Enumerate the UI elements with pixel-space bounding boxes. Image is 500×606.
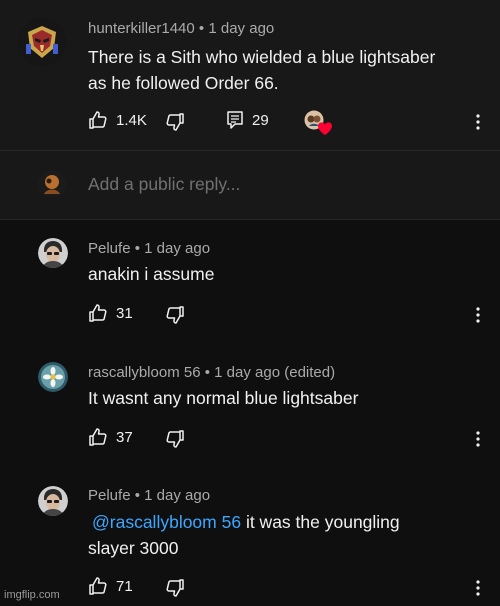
- reply-text-line: @rascallybloom 56 it was the youngling: [88, 509, 400, 535]
- creator-heart: [304, 110, 332, 136]
- like-button[interactable]: 71: [88, 576, 133, 596]
- watermark: imgflip.com: [4, 589, 60, 601]
- reply-input[interactable]: Add a public reply...: [88, 174, 240, 195]
- reply-actions: 71: [0, 576, 500, 600]
- reply-meta: Pelufe • 1 day ago: [88, 240, 210, 257]
- like-count: 31: [116, 304, 133, 322]
- reply-text-part: it was the youngling: [241, 512, 400, 532]
- user-mention-link[interactable]: @rascallybloom 56: [92, 512, 241, 532]
- like-button[interactable]: 37: [88, 427, 133, 447]
- user-avatar-icon: [38, 170, 66, 198]
- comment-text: There is a Sith who wielded a blue light…: [88, 44, 435, 96]
- dislike-button[interactable]: [165, 112, 185, 132]
- author-name[interactable]: rascallybloom 56: [88, 364, 201, 381]
- person-avatar-icon: [38, 486, 68, 516]
- separator-dot: •: [134, 240, 140, 257]
- reply-actions: 31: [0, 303, 500, 327]
- like-count: 37: [116, 428, 133, 446]
- author-name[interactable]: Pelufe: [88, 240, 131, 257]
- reply-meta: Pelufe • 1 day ago: [88, 487, 210, 504]
- avatar-rascallybloom[interactable]: [38, 362, 68, 392]
- like-count: 71: [116, 577, 133, 595]
- reply-time[interactable]: 1 day ago (edited): [214, 364, 335, 381]
- reply-time[interactable]: 1 day ago: [144, 487, 210, 504]
- more-options-icon: [476, 114, 480, 130]
- more-options-icon: [476, 307, 480, 323]
- reply-text-line: It wasnt any normal blue lightsaber: [88, 388, 359, 408]
- comment-time[interactable]: 1 day ago: [208, 20, 274, 37]
- comment-text-line: There is a Sith who wielded a blue light…: [88, 47, 436, 67]
- author-name[interactable]: Pelufe: [88, 487, 131, 504]
- current-user-avatar: [38, 170, 66, 198]
- author-name[interactable]: hunterkiller1440: [88, 20, 195, 37]
- reply-icon: [227, 111, 243, 129]
- replies-button[interactable]: 29: [226, 110, 269, 130]
- reply-text: It wasnt any normal blue lightsaber: [88, 385, 358, 411]
- like-icon: [89, 428, 107, 446]
- dislike-icon: [166, 306, 184, 324]
- comment-actions: 1.4K 29: [0, 110, 500, 136]
- more-options-button[interactable]: [472, 578, 484, 598]
- comment-meta: hunterkiller1440 • 1 day ago: [88, 20, 274, 37]
- dislike-icon: [166, 113, 184, 131]
- more-options-icon: [476, 580, 480, 596]
- reply-count: 29: [252, 111, 269, 129]
- more-options-button[interactable]: [472, 112, 484, 132]
- reply-text-line: slayer 3000: [88, 538, 179, 558]
- avatar-pelufe[interactable]: [38, 486, 68, 516]
- like-icon: [89, 111, 107, 129]
- avatar-hunterkiller1440[interactable]: [18, 18, 66, 66]
- reply-text: @rascallybloom 56 it was the youngling s…: [88, 509, 400, 561]
- like-count: 1.4K: [116, 111, 147, 129]
- reply-time[interactable]: 1 day ago: [144, 240, 210, 257]
- reply-text: anakin i assume: [88, 261, 214, 287]
- like-button[interactable]: 1.4K: [88, 110, 147, 130]
- dislike-button[interactable]: [165, 429, 185, 449]
- reply-meta: rascallybloom 56 • 1 day ago (edited): [88, 364, 335, 381]
- reply-text-line: anakin i assume: [88, 264, 215, 284]
- dislike-icon: [166, 430, 184, 448]
- comment-text-line: as he followed Order 66.: [88, 73, 279, 93]
- creator-heart-icon: [304, 110, 332, 135]
- separator-dot: •: [134, 487, 140, 504]
- reply-box-panel: [0, 150, 500, 220]
- separator-dot: •: [198, 20, 205, 37]
- mask-avatar-icon: [18, 18, 66, 66]
- avatar-pelufe[interactable]: [38, 238, 68, 268]
- separator-dot: •: [204, 364, 210, 381]
- like-icon: [89, 577, 107, 595]
- person-avatar-icon: [38, 238, 68, 268]
- like-icon: [89, 304, 107, 322]
- dislike-button[interactable]: [165, 305, 185, 325]
- dislike-button[interactable]: [165, 578, 185, 598]
- more-options-icon: [476, 431, 480, 447]
- like-button[interactable]: 31: [88, 303, 133, 323]
- more-options-button[interactable]: [472, 305, 484, 325]
- reply-actions: 37: [0, 427, 500, 451]
- more-options-button[interactable]: [472, 429, 484, 449]
- flower-avatar-icon: [38, 362, 68, 392]
- dislike-icon: [166, 579, 184, 597]
